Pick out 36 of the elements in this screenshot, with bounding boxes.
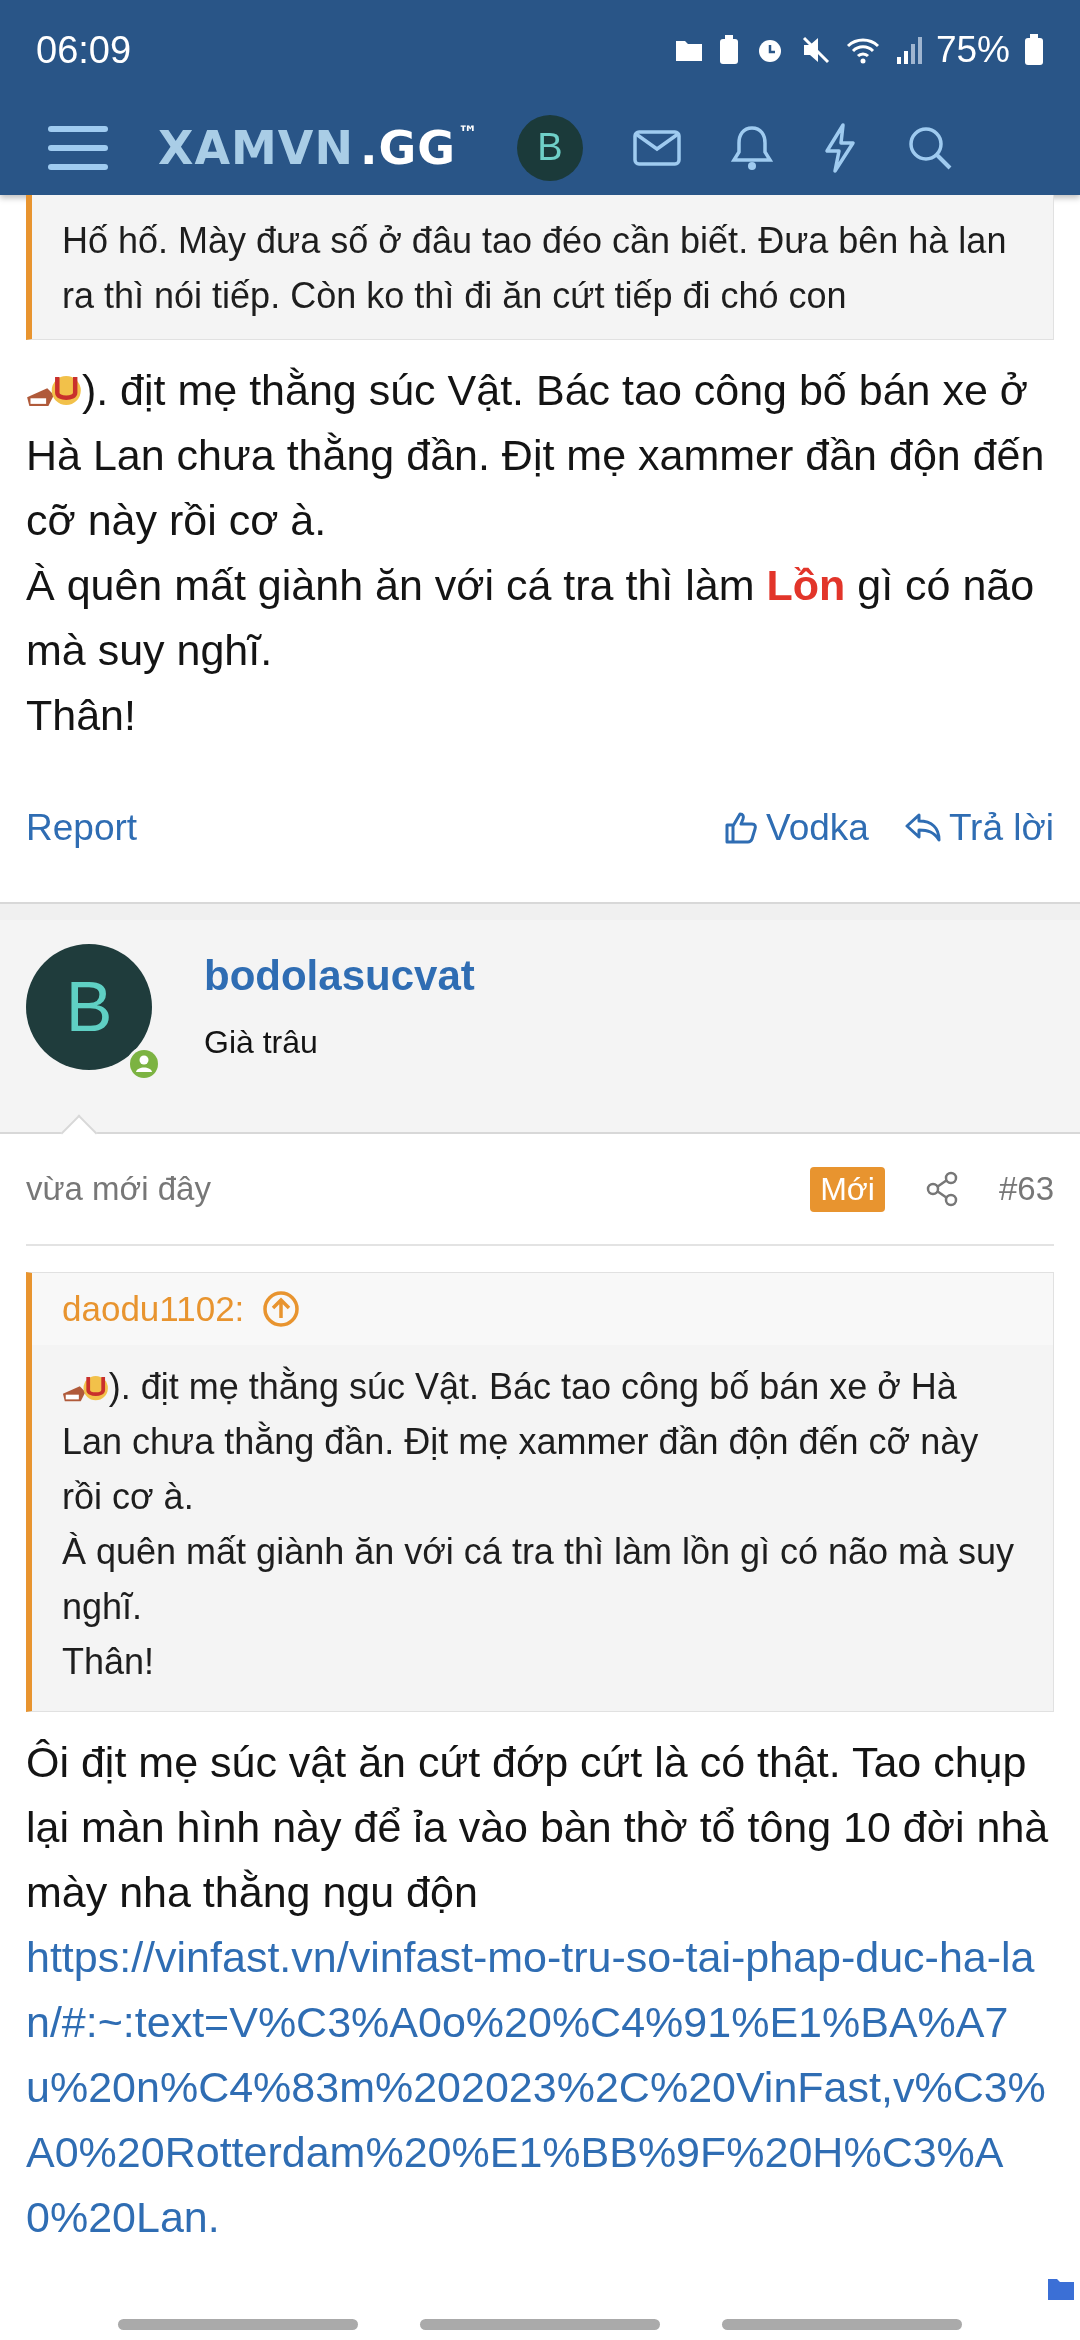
user-avatar[interactable]: B: [516, 114, 583, 181]
quote-text: Hố hố. Mày đưa số ở đâu tao đéo cần biết. Đưa bên hà lan ra thì nói tiếp. Còn ko thì đi ăn cứt tiếp đi chó con: [62, 219, 1008, 318]
mail-icon[interactable]: [632, 129, 681, 166]
post-time: vừa mới đây: [26, 1170, 212, 1208]
username-link[interactable]: bodolasucvat: [204, 952, 475, 1000]
url-link[interactable]: https://vinfast.vn/vinfast-mo-tru-so-tai-phap-duc-ha-lan/#:~:text=V%C3%A0o%20%C4%91%E1%BA%A7u%20n%C4%83m%202023%2C%20VinFast,v%C3%A0%20Rotterdam%20%E1%BB%9F%20H%C3%A0%20Lan.: [26, 1925, 1054, 2250]
bell-icon[interactable]: [730, 123, 773, 172]
site-logo[interactable]: XAMVN.GG$^{™}$: [158, 120, 479, 175]
battery-icon: [1024, 34, 1044, 66]
nav-handle[interactable]: [420, 2319, 660, 2330]
new-badge: Mới: [810, 1166, 885, 1212]
thumbs-up-icon: [724, 811, 758, 845]
reply-arrow-icon: [904, 812, 941, 844]
like-button[interactable]: Vodka: [724, 807, 869, 849]
report-link[interactable]: Report: [26, 807, 138, 849]
quote-text: ). địt mẹ thằng súc Vật. Bác tao công bố bán xe ở Hà Lan chưa thằng đần. Địt mẹ xammer đần độn đến cỡ này rồi cơ à.: [62, 1365, 980, 1519]
status-time: 06:09: [36, 28, 132, 72]
menu-icon[interactable]: [46, 123, 110, 172]
post-paragraph: À quên mất giành ăn với cá tra thì làm Lồn gì có não mà suy nghĩ.: [26, 560, 1036, 676]
battery-percent: 75%: [935, 29, 1010, 71]
quote-text: Thân!: [62, 1640, 156, 1684]
post-paragraph: ). địt mẹ thằng súc Vật. Bác tao công bố bán xe ở Hà Lan chưa thằng đần. Địt mẹ xammer đần độn đến cỡ này rồi cơ à.: [26, 365, 1046, 546]
quote-text: À quên mất giành ăn với cá tra thì làm lồn gì có não mà suy nghĩ.: [62, 1530, 1016, 1629]
search-icon[interactable]: [906, 124, 953, 171]
post-number-link[interactable]: #63: [998, 1170, 1054, 1208]
reply-button[interactable]: Trả lời: [904, 807, 1054, 849]
user-title: Già trâu: [204, 1024, 319, 1061]
user-avatar[interactable]: B: [26, 944, 152, 1070]
signal-icon: [895, 35, 922, 65]
nav-handle[interactable]: [118, 2319, 358, 2330]
post-paragraph: Ôi địt mẹ súc vật ăn cứt đớp cứt là có thật. Tao chụp lại màn hình này để ỉa vào bàn thờ tổ tông 10 đời nhà mày nha thằng ngu độn: [26, 1737, 1050, 1918]
nav-handle[interactable]: [722, 2319, 962, 2330]
lightning-icon[interactable]: [822, 122, 857, 173]
share-icon[interactable]: [924, 1171, 959, 1207]
folder-icon: [1046, 2276, 1076, 2302]
post-paragraph: Thân!: [26, 690, 137, 741]
